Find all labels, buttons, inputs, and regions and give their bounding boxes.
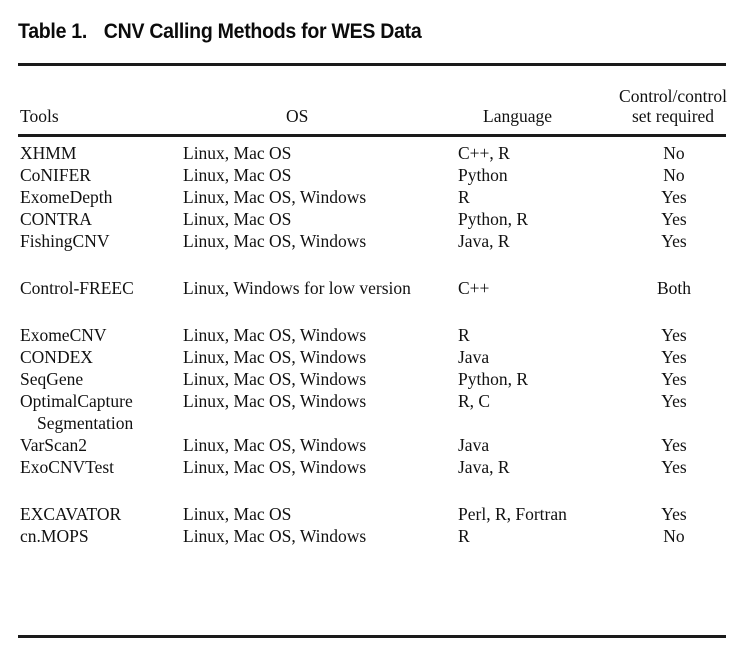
column-header-control-line1: Control/control — [619, 86, 727, 106]
table-row: XHMM Linux, Mac OS C++, R No — [0, 142, 742, 164]
table-body: XHMM Linux, Mac OS C++, R No CoNIFER Linux, M… — [0, 142, 742, 547]
cell-control-set-required: Yes — [661, 504, 687, 524]
table-row: ExoCNVTest Linux, Mac OS, Windows Java, R Y… — [0, 456, 742, 478]
cell-os: Linux, Mac OS, Windows — [183, 325, 367, 345]
table-row: EXCAVATOR Linux, Mac OS Perl, R, Fortran Ye… — [0, 503, 742, 525]
column-header-os: OS — [286, 106, 309, 126]
cell-control-set-required: Yes — [661, 209, 687, 229]
cell-tool: Control-FREEC — [20, 278, 134, 298]
table-row: ExomeDepth Linux, Mac OS, Windows R Yes — [0, 186, 742, 208]
cell-os: Linux, Windows for low version — [183, 278, 411, 298]
cell-tool: XHMM — [20, 143, 77, 163]
cell-language: Perl, R, Fortran — [458, 504, 567, 524]
cell-control-set-required: Yes — [661, 347, 687, 367]
table-row: CONTRA Linux, Mac OS Python, R Yes — [0, 208, 742, 230]
cell-os: Linux, Mac OS — [183, 165, 292, 185]
cell-language: Java, R — [458, 457, 510, 477]
table-row: VarScan2 Linux, Mac OS, Windows Java Yes — [0, 434, 742, 456]
cell-language: Python — [458, 165, 508, 185]
rule-header — [18, 134, 726, 137]
column-header-control-line2: set required — [631, 106, 715, 126]
cell-tool: CONDEX — [20, 347, 93, 367]
cell-language: Python, R — [458, 369, 529, 389]
table-row-continuation: Segmentation — [0, 412, 742, 434]
cell-tool: EXCAVATOR — [20, 504, 122, 524]
cell-control-set-required: No — [663, 165, 685, 185]
cell-control-set-required: No — [663, 143, 685, 163]
table-row: cn.MOPS Linux, Mac OS, Windows R No — [0, 525, 742, 547]
cell-tool: ExomeDepth — [20, 187, 113, 207]
cell-language: R — [458, 187, 470, 207]
cell-control-set-required: Yes — [661, 391, 687, 411]
table-page: Table 1. CNV Calling Methods for WES Data… — [0, 0, 742, 656]
table-row: CoNIFER Linux, Mac OS Python No — [0, 164, 742, 186]
cell-language: R — [458, 325, 470, 345]
cell-language: Java — [458, 435, 490, 455]
cell-tool: CoNIFER — [20, 165, 91, 185]
cell-tool: ExomeCNV — [20, 325, 107, 345]
cell-os: Linux, Mac OS — [183, 209, 292, 229]
column-header-control-set-required: Control/control set required — [611, 86, 735, 126]
cell-language: Python, R — [458, 209, 529, 229]
cell-os: Linux, Mac OS, Windows — [183, 391, 367, 411]
table-header: Tools OS Language Control/control set re… — [0, 72, 742, 130]
cell-tool: VarScan2 — [20, 435, 88, 455]
table-row: ExomeCNV Linux, Mac OS, Windows R Yes — [0, 324, 742, 346]
cell-os: Linux, Mac OS, Windows — [183, 526, 367, 546]
cell-tool: SeqGene — [20, 369, 84, 389]
cell-os: Linux, Mac OS, Windows — [183, 435, 367, 455]
cell-os: Linux, Mac OS, Windows — [183, 231, 367, 251]
cell-language: Java — [458, 347, 490, 367]
cell-tool: cn.MOPS — [20, 526, 89, 546]
cell-os: Linux, Mac OS — [183, 143, 292, 163]
cell-language: Java, R — [458, 231, 510, 251]
cell-os: Linux, Mac OS, Windows — [183, 347, 367, 367]
cell-control-set-required: Yes — [661, 325, 687, 345]
cell-tool: OptimalCapture — [20, 391, 133, 411]
rule-bottom — [18, 635, 726, 638]
page-title: Table 1. CNV Calling Methods for WES Data — [18, 20, 422, 44]
cell-os: Linux, Mac OS, Windows — [183, 457, 367, 477]
cell-os: Linux, Mac OS — [183, 504, 292, 524]
cell-control-set-required: Both — [656, 278, 692, 298]
cell-language: C++, R — [458, 143, 510, 163]
table-row: Control-FREEC Linux, Windows for low vers… — [0, 277, 742, 299]
cell-language: R, C — [458, 391, 491, 411]
cell-os: Linux, Mac OS, Windows — [183, 187, 367, 207]
cell-control-set-required: Yes — [661, 457, 687, 477]
cell-control-set-required: Yes — [661, 231, 687, 251]
column-header-tools: Tools — [20, 106, 59, 126]
cell-control-set-required: No — [663, 526, 685, 546]
cell-tool-continuation: Segmentation — [37, 413, 134, 433]
cell-language: C++ — [458, 278, 490, 298]
cell-tool: ExoCNVTest — [20, 457, 115, 477]
rule-top — [18, 63, 726, 66]
column-header-language: Language — [483, 106, 552, 126]
table-row: FishingCNV Linux, Mac OS, Windows Java, R Y… — [0, 230, 742, 252]
table-row: OptimalCapture Linux, Mac OS, Windows R, C… — [0, 390, 742, 412]
table-number: Table 1. — [18, 20, 88, 43]
cell-control-set-required: Yes — [661, 369, 687, 389]
cell-control-set-required: Yes — [661, 187, 687, 207]
cell-tool: FishingCNV — [20, 231, 110, 251]
cell-os: Linux, Mac OS, Windows — [183, 369, 367, 389]
cell-tool: CONTRA — [20, 209, 92, 229]
cell-control-set-required: Yes — [661, 435, 687, 455]
table-row: SeqGene Linux, Mac OS, Windows Python, R Ye… — [0, 368, 742, 390]
cell-language: R — [458, 526, 470, 546]
table-caption: CNV Calling Methods for WES Data — [103, 20, 422, 43]
table-row: CONDEX Linux, Mac OS, Windows Java Yes — [0, 346, 742, 368]
